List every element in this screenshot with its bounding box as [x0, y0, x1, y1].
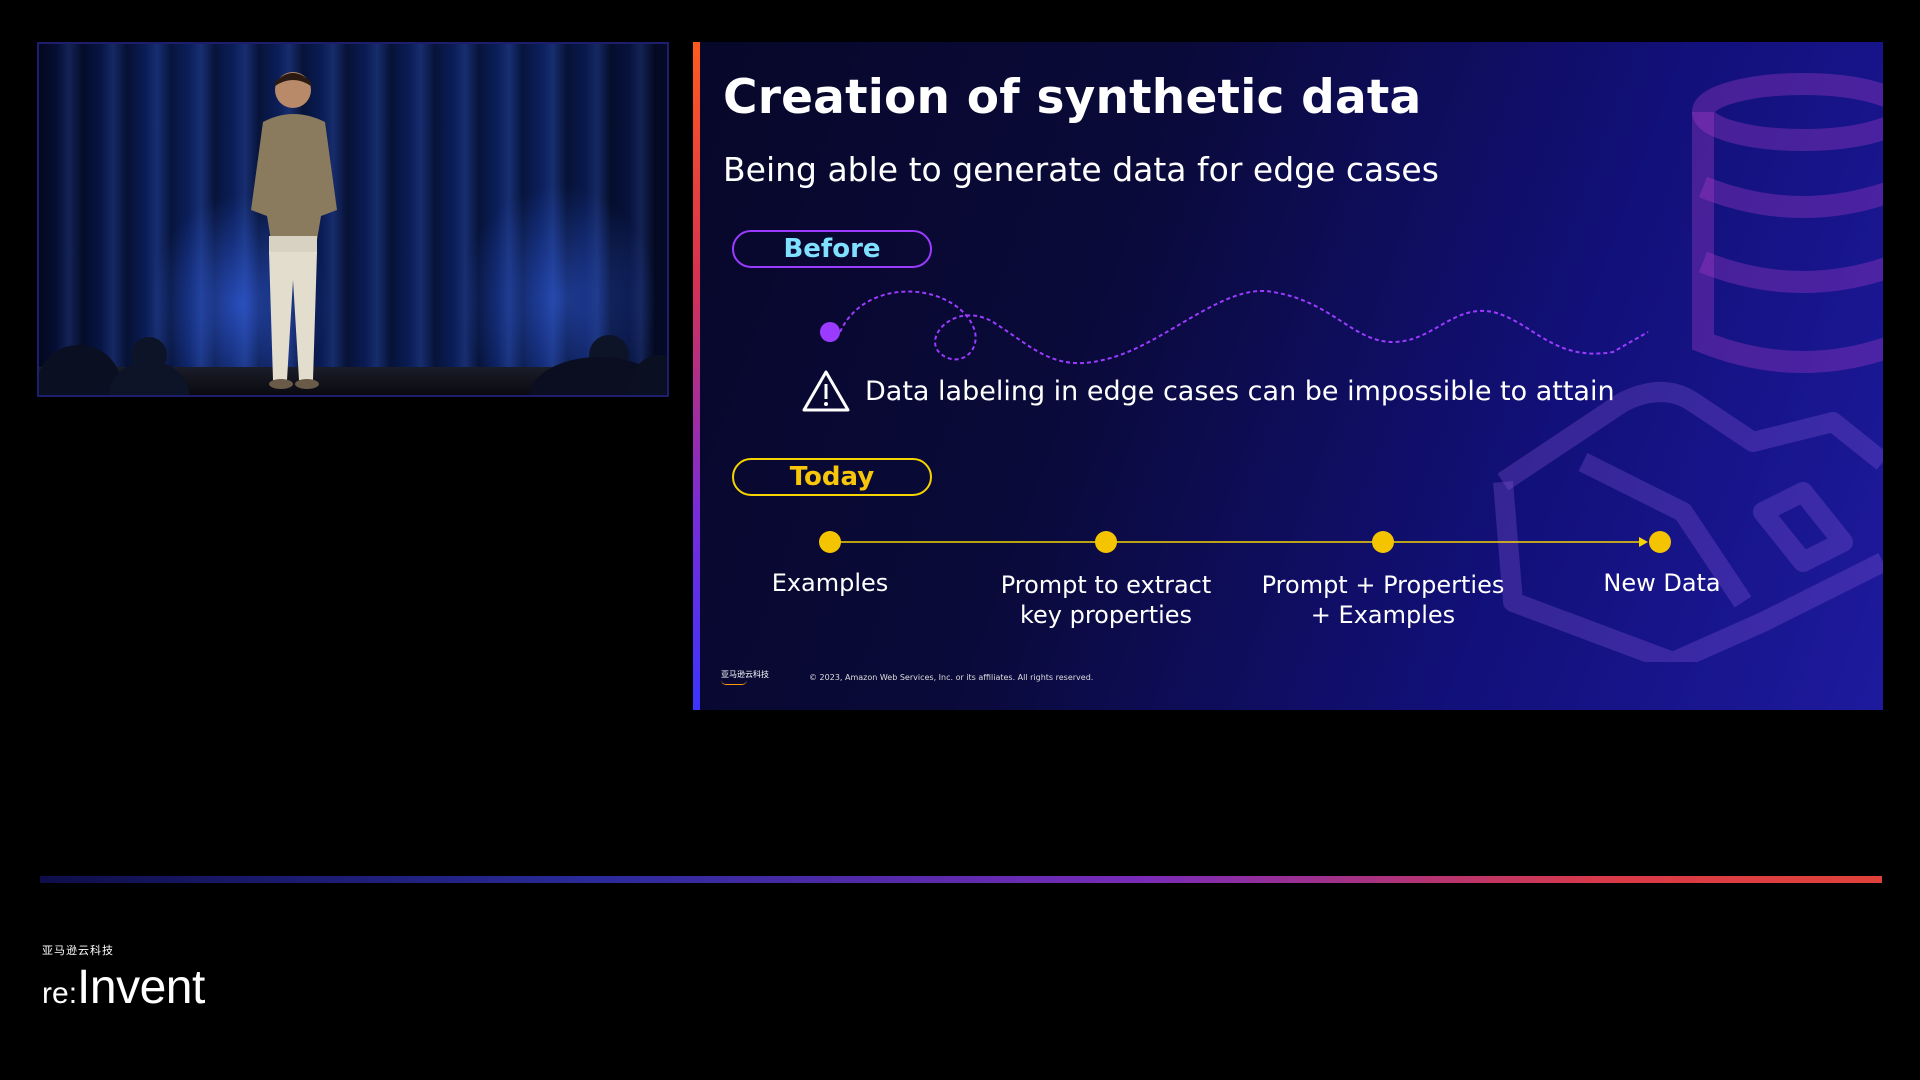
- timeline-dot-4: [1649, 531, 1671, 553]
- timeline-dot-1: [819, 531, 841, 553]
- presentation-slide: Creation of synthetic data Being able to…: [693, 42, 1883, 710]
- timeline-dot-2: [1095, 531, 1117, 553]
- timeline-step-label: Prompt to extract key properties: [1000, 571, 1212, 629]
- brand-cn-text: 亚马逊云科技: [42, 944, 114, 957]
- slide-footer: 亚马逊云科技 © 2023, Amazon Web Services, Inc.…: [721, 670, 1093, 685]
- speaker-video: [37, 42, 669, 397]
- gradient-divider: [40, 876, 1882, 883]
- reinvent-logo: re:Invent: [42, 961, 205, 1014]
- timeline-step-label: Prompt + Properties + Examples: [1261, 571, 1505, 629]
- timeline-dot-3: [1372, 531, 1394, 553]
- copyright-text: © 2023, Amazon Web Services, Inc. or its…: [809, 673, 1094, 682]
- timeline-step-label: New Data: [1603, 569, 1721, 597]
- reinvent-branding: 亚马逊云科技 re:Invent: [42, 942, 205, 1015]
- aws-cn-logo: 亚马逊云科技: [721, 670, 769, 685]
- audience-silhouettes: [39, 335, 667, 395]
- timeline-step-label: Examples: [771, 569, 889, 597]
